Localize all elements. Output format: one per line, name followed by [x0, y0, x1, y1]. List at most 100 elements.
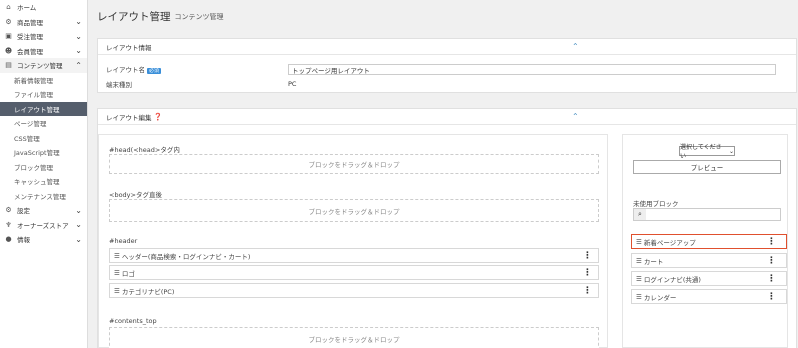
sidebar-subitem[interactable]: キャッシュ管理	[0, 174, 87, 189]
sidebar-item[interactable]: ⌂ ホーム	[0, 0, 87, 15]
collapse-icon[interactable]: ⌃	[572, 42, 579, 51]
section-contents-top-title: #contents_top	[109, 317, 157, 325]
kebab-menu-icon[interactable]: ⋮	[767, 256, 776, 266]
device-label: 端末種別	[106, 80, 132, 89]
main-content: レイアウト管理 コンテンツ管理 レイアウト情報 ⌃ レイアウト名必須 端末種別 …	[88, 0, 798, 348]
layout-block[interactable]: ☰ ヘッダー(商品検索・ログインナビ・カート) ⋮	[109, 248, 599, 263]
sidebar-item-label: 会員管理	[17, 47, 43, 56]
drag-handle-icon[interactable]: ☰	[636, 238, 642, 246]
block-label: カテゴリナビ(PC)	[121, 287, 175, 296]
page-header: レイアウト管理 コンテンツ管理	[88, 0, 798, 33]
kebab-menu-icon[interactable]: ⋮	[767, 274, 776, 284]
layout-name-input[interactable]	[288, 64, 776, 75]
sidebar-item[interactable]: ▤ コンテンツ管理 ⌃	[0, 58, 87, 73]
unused-block[interactable]: ☰ 新着ページアップ ⋮	[631, 234, 787, 249]
layout-name-row: レイアウト名 必須	[98, 61, 796, 76]
sidebar-item[interactable]: ⚙ 設定 ⌄	[0, 203, 87, 218]
kebab-menu-icon[interactable]: ⋮	[583, 251, 592, 261]
plug-icon: ♆	[5, 220, 12, 229]
block-label: カレンダー	[643, 293, 677, 302]
block-label: ロゴ	[121, 269, 135, 278]
chevron-down-icon: ⌄	[75, 234, 82, 244]
kebab-menu-icon[interactable]: ⋮	[767, 292, 776, 302]
layout-block[interactable]: ☰ カテゴリナビ(PC) ⋮	[109, 283, 599, 298]
preview-button[interactable]: プレビュー	[633, 160, 781, 174]
sidebar-subitem[interactable]: ページ管理	[0, 116, 87, 131]
layout-canvas: #head(<head>タグ内 ブロックをドラッグ＆ドロップ <body>タグ直…	[98, 134, 608, 348]
section-header-title: #header	[109, 237, 138, 245]
users-icon: ☻	[4, 46, 13, 55]
sidebar-item[interactable]: ⚙ 商品管理 ⌄	[0, 15, 87, 30]
unused-block[interactable]: ☰ ログインナビ(共通) ⋮	[631, 271, 787, 286]
sidebar-subitem[interactable]: ファイル管理	[0, 87, 87, 102]
layout-info-card: レイアウト情報 ⌃ レイアウト名必須 端末種別 PC	[97, 38, 797, 93]
sidebar-subitem[interactable]: メンテナンス管理	[0, 189, 87, 204]
device-row: 端末種別 PC	[98, 76, 796, 91]
drag-handle-icon[interactable]: ☰	[636, 257, 642, 265]
unused-block[interactable]: ☰ カート ⋮	[631, 253, 787, 268]
home-icon: ⌂	[6, 3, 11, 12]
layout-name-label: レイアウト名	[106, 65, 145, 74]
sidebar-subitem[interactable]: JavaScript管理	[0, 145, 87, 160]
sidebar: ⌂ ホーム ⚙ 商品管理 ⌄ ▣ 受注管理 ⌄ ☻ 会員管理 ⌄ ▤ コンテンツ管理 ⌃ 新着情報管理 ファ…	[0, 0, 88, 348]
layout-info-header[interactable]: レイアウト情報 ⌃	[98, 39, 796, 55]
chevron-down-icon: ⌄	[75, 31, 82, 41]
sidebar-item[interactable]: ▣ 受注管理 ⌄	[0, 29, 87, 44]
block-label: ヘッダー(商品検索・ログインナビ・カート)	[121, 252, 251, 261]
drag-handle-icon[interactable]: ☰	[114, 252, 120, 260]
block-search-input[interactable]: ⌕	[633, 208, 781, 221]
chevron-down-icon: ⌄	[75, 220, 82, 230]
gear-icon: ⚙	[5, 17, 12, 26]
sidebar-item-label: オーナーズストア	[17, 221, 69, 230]
layout-edit-header[interactable]: レイアウト編集 ❓ ⌃	[98, 109, 796, 125]
sidebar-item-label: 情報	[17, 236, 30, 245]
sidebar-item[interactable]: ♆ オーナーズストア ⌄	[0, 218, 87, 233]
block-label: 新着ページアップ	[643, 238, 696, 247]
layout-block[interactable]: ☰ ロゴ ⋮	[109, 265, 599, 280]
page-subtitle: コンテンツ管理	[174, 12, 224, 21]
file-icon: ▤	[5, 61, 12, 70]
sidebar-item-label: コンテンツ管理	[17, 62, 63, 71]
drag-handle-icon[interactable]: ☰	[636, 293, 642, 301]
page-title: レイアウト管理	[97, 11, 171, 23]
drop-zone[interactable]: ブロックをドラッグ＆ドロップ	[109, 154, 599, 174]
chevron-up-icon: ⌃	[75, 60, 82, 70]
chevron-down-icon: ⌄	[75, 17, 82, 27]
sidebar-item[interactable]: ● 情報 ⌄	[0, 232, 87, 247]
block-label: カート	[643, 257, 664, 266]
sidebar-subitem[interactable]: ブロック管理	[0, 160, 87, 175]
cart-icon: ▣	[5, 32, 12, 41]
sidebar-subitem[interactable]: レイアウト管理	[0, 101, 87, 116]
search-icon[interactable]: ⌕	[634, 209, 646, 220]
block-panel: 選択してください ⌄ プレビュー 未使用ブロック ⌕ ☰ 新着ページアップ ⋮ ☰ カート…	[622, 134, 788, 348]
drag-handle-icon[interactable]: ☰	[114, 287, 120, 295]
unused-blocks-title: 未使用ブロック	[633, 200, 679, 208]
chevron-down-icon: ⌄	[75, 46, 82, 56]
device-value: PC	[288, 79, 297, 88]
drop-zone[interactable]: ブロックをドラッグ＆ドロップ	[109, 199, 599, 222]
block-label: ログインナビ(共通)	[643, 275, 701, 284]
section-body-title: <body>タグ直後	[109, 191, 162, 199]
collapse-icon[interactable]: ⌃	[572, 112, 579, 121]
help-icon[interactable]: ❓	[154, 113, 163, 121]
sidebar-item-label: 設定	[17, 207, 30, 216]
required-badge: 必須	[147, 67, 162, 74]
layout-select[interactable]: 選択してください ⌄	[679, 144, 735, 160]
gear-icon: ⚙	[5, 206, 12, 215]
sidebar-item[interactable]: ☻ 会員管理 ⌄	[0, 44, 87, 59]
kebab-menu-icon[interactable]: ⋮	[767, 237, 776, 247]
drop-zone[interactable]: ブロックをドラッグ＆ドロップ	[109, 327, 599, 348]
kebab-menu-icon[interactable]: ⋮	[583, 268, 592, 278]
sidebar-item-label: 商品管理	[17, 18, 43, 27]
sidebar-subitem[interactable]: 新着情報管理	[0, 73, 87, 88]
sidebar-item-label: ホーム	[17, 4, 37, 13]
chevron-down-icon: ⌄	[728, 147, 734, 155]
drag-handle-icon[interactable]: ☰	[636, 275, 642, 283]
kebab-menu-icon[interactable]: ⋮	[583, 286, 592, 296]
layout-info-title: レイアウト情報	[106, 43, 152, 52]
section-head-title: #head(<head>タグ内	[109, 146, 180, 154]
drag-handle-icon[interactable]: ☰	[114, 269, 120, 277]
info-icon: ●	[5, 235, 12, 244]
unused-block[interactable]: ☰ カレンダー ⋮	[631, 289, 787, 304]
sidebar-subitem[interactable]: CSS管理	[0, 131, 87, 146]
